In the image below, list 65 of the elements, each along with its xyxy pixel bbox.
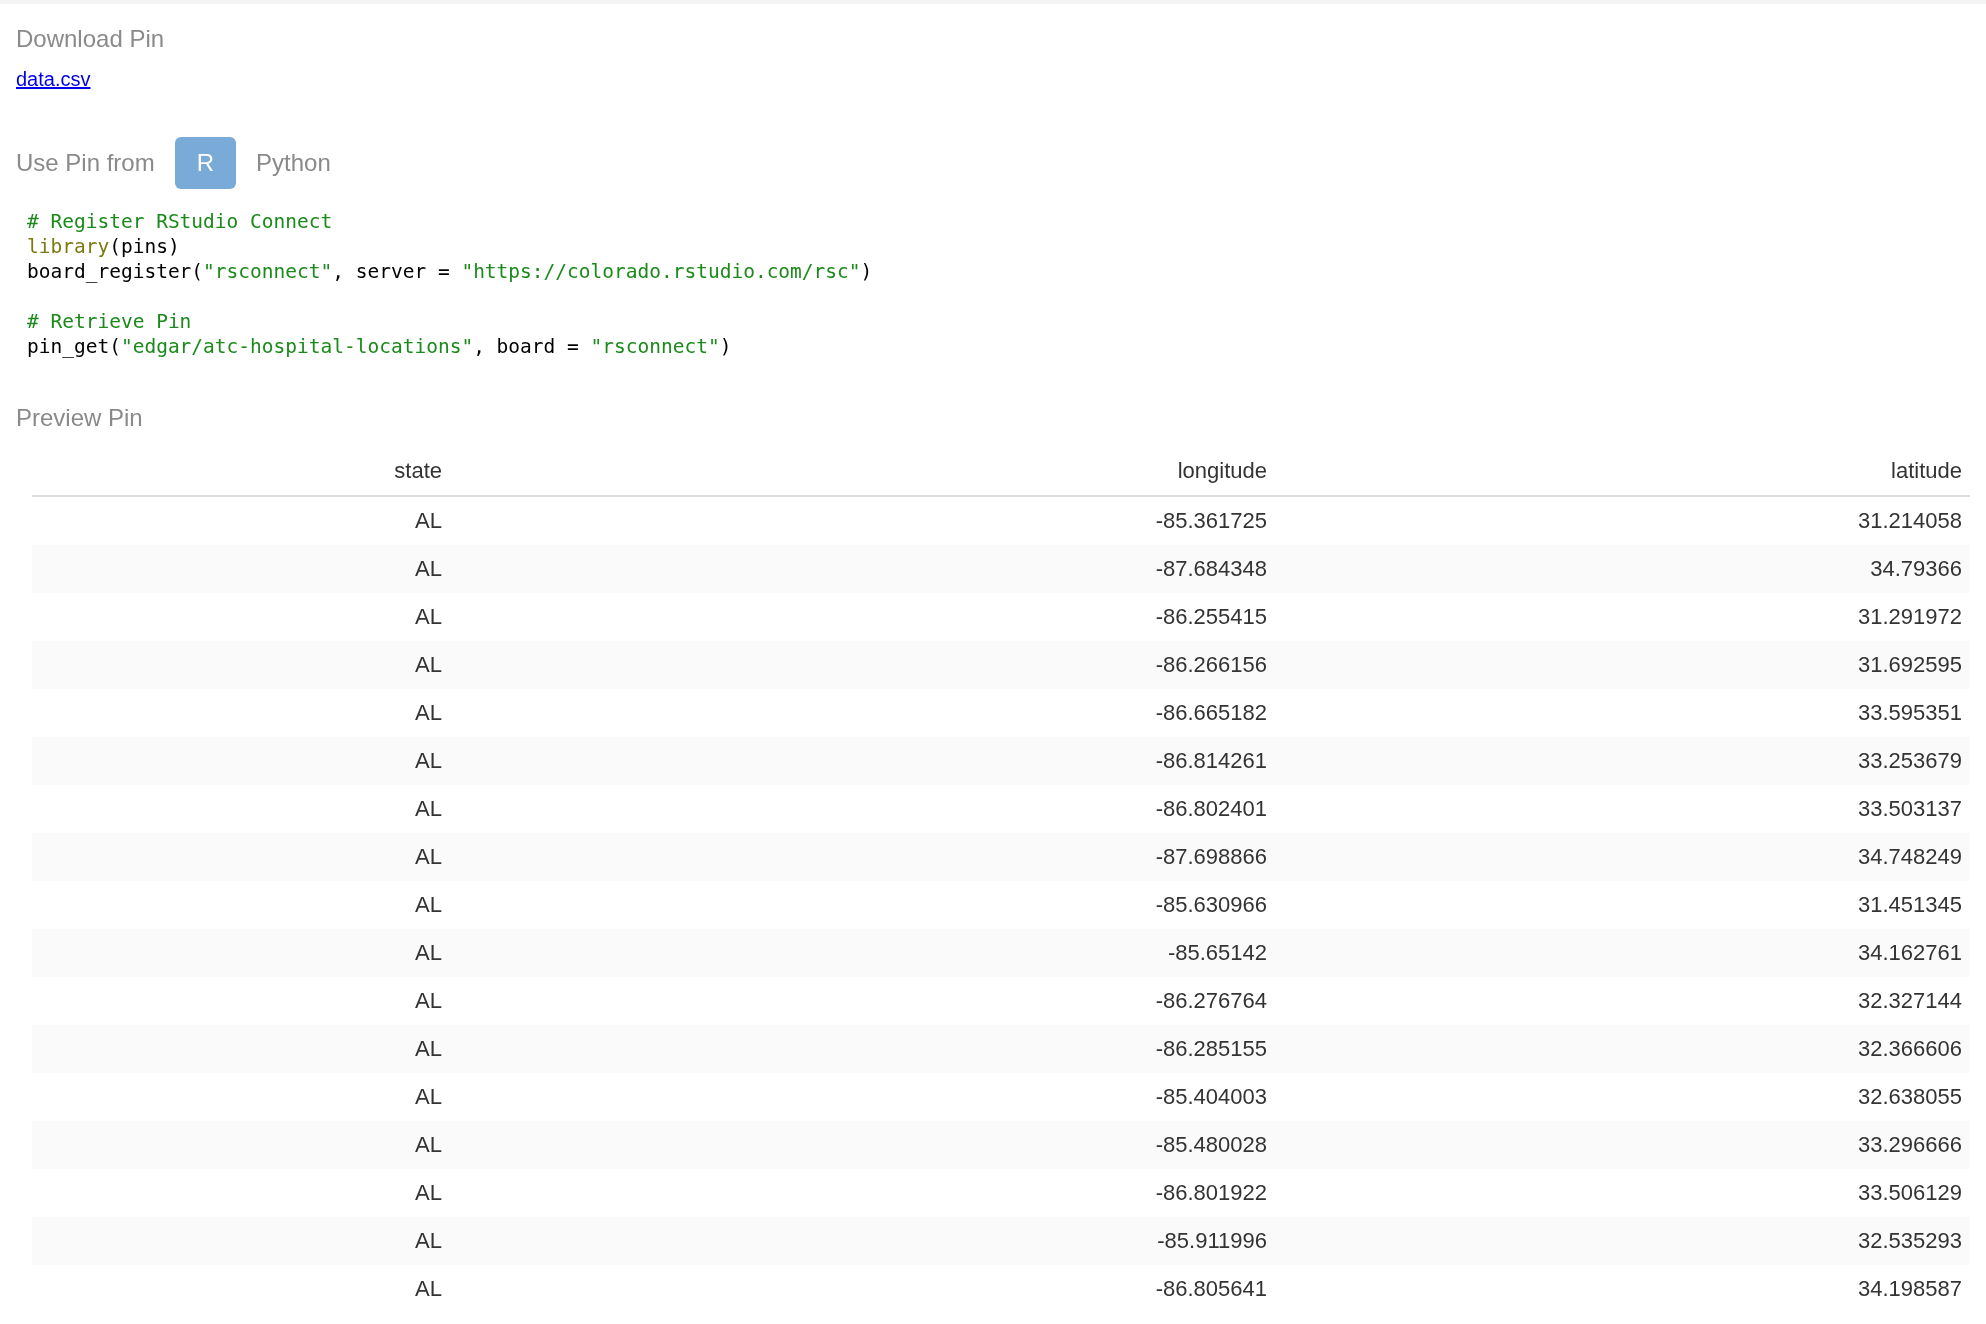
code-line: board_register("rsconnect", server = "https://colorado.rstudio.com/rsc") [27,259,873,284]
section-heading: Download Pin [16,24,165,54]
table-cell-text: -86.266156 [1154,652,1268,678]
table-cell-text: 33.253679 [1857,748,1963,774]
column-header: longitude [1176,458,1268,484]
code-line: pin_get("edgar/atc-hospital-locations", board = "rsconnect") [27,334,732,359]
table-cell-text: 33.595351 [1857,700,1963,726]
table-cell-text: -87.684348 [1154,556,1268,582]
language-tab[interactable]: R [174,137,237,189]
column-header: state [393,458,443,484]
table-cell-text: 34.79366 [1869,556,1963,582]
table-cell-text: -85.65142 [1166,940,1268,966]
table-cell-text: -86.285155 [1154,1036,1268,1062]
table-cell-text: AL [414,844,443,870]
table-cell-text: 33.506129 [1857,1180,1963,1206]
code-line: library(pins) [27,234,180,259]
section-heading: Preview Pin [16,403,143,433]
download-link[interactable]: data.csv [16,68,91,91]
table-cell-text: 34.748249 [1857,844,1963,870]
table-cell-text: AL [414,1276,443,1302]
table-cell-text: -85.630966 [1154,892,1268,918]
table-cell-text: AL [414,940,443,966]
table-cell-text: AL [414,1036,443,1062]
table-cell-text: AL [414,1180,443,1206]
table-cell-text: -85.361725 [1154,508,1268,534]
table-cell-text: AL [414,796,443,822]
table-cell-text: AL [414,652,443,678]
table-cell-text: -86.665182 [1154,700,1268,726]
table-cell-text: AL [414,748,443,774]
table-cell-text: 32.535293 [1857,1228,1963,1254]
table-cell-text: -86.276764 [1154,988,1268,1014]
table-cell-text: AL [414,1084,443,1110]
table-cell-text: 33.503137 [1857,796,1963,822]
table-cell-text: 31.291972 [1857,604,1963,630]
table-cell-text: AL [414,700,443,726]
table-cell-text: 34.198587 [1857,1276,1963,1302]
table-cell-text: 31.214058 [1857,508,1963,534]
table-cell-text: 34.162761 [1857,940,1963,966]
table-cell-text: 32.327144 [1857,988,1963,1014]
code-line: # Retrieve Pin [27,309,192,334]
table-cell-text: AL [414,508,443,534]
table-cell-text: -86.805641 [1154,1276,1268,1302]
table-cell-text: -86.814261 [1154,748,1268,774]
table-cell-text: -86.802401 [1154,796,1268,822]
table-cell-text: -85.404003 [1154,1084,1268,1110]
tabs-label: Use Pin from [16,148,155,178]
language-tab[interactable]: Python [256,137,331,189]
table-cell-text: 32.366606 [1857,1036,1963,1062]
table-cell-text: -87.698866 [1154,844,1268,870]
table-cell-text: -86.801922 [1154,1180,1268,1206]
table-cell-text: -85.911996 [1156,1228,1268,1254]
table-cell-text: AL [414,1228,443,1254]
table-cell-text: 31.451345 [1857,892,1963,918]
table-cell-text: AL [414,1132,443,1158]
table-cell-text: AL [414,988,443,1014]
table-cell-text: 33.296666 [1857,1132,1963,1158]
table-cell-text: -86.255415 [1154,604,1268,630]
table-cell-text: -85.480028 [1154,1132,1268,1158]
table-cell-text: 31.692595 [1857,652,1963,678]
table-cell-text: AL [414,892,443,918]
code-line: # Register RStudio Connect [27,209,333,234]
table-cell-text: AL [414,556,443,582]
column-header: latitude [1890,458,1963,484]
table-cell-text: AL [414,604,443,630]
table-cell-text: 32.638055 [1857,1084,1963,1110]
